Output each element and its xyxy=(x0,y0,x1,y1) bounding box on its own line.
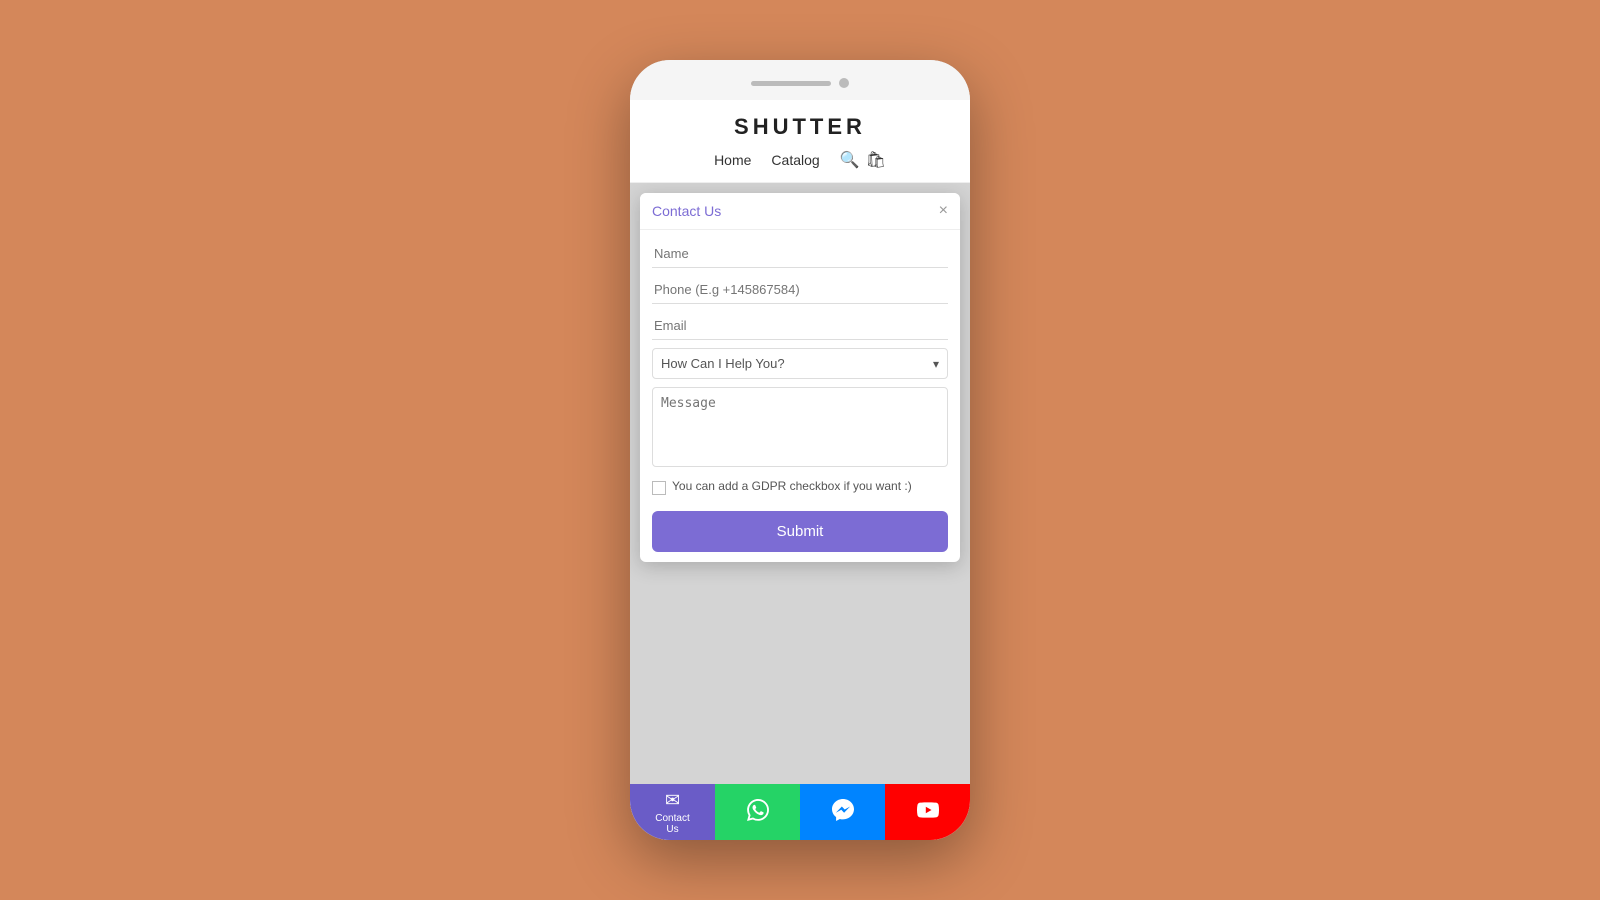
app-nav: Home Catalog 🔍 🛍 xyxy=(630,140,970,178)
phone-top-bar xyxy=(630,60,970,100)
app-logo: SHUTTER xyxy=(630,114,970,140)
submit-button[interactable]: Submit xyxy=(652,511,948,552)
bottom-youtube-button[interactable] xyxy=(885,784,970,840)
message-input[interactable] xyxy=(652,387,948,467)
nav-icons: 🔍 🛍 xyxy=(840,150,886,170)
cart-icon[interactable]: 🛍 xyxy=(866,150,886,170)
nav-catalog[interactable]: Catalog xyxy=(771,152,819,168)
search-icon[interactable]: 🔍 xyxy=(840,150,860,170)
whatsapp-icon xyxy=(747,799,769,826)
modal-body: How Can I Help You? ▾ You can add a GDPR… xyxy=(640,230,960,562)
modal-title: Contact Us xyxy=(652,203,721,219)
modal-header: Contact Us × xyxy=(640,193,960,230)
bottom-bar: ✉ ContactUs xyxy=(630,784,970,840)
phone-input[interactable] xyxy=(652,276,948,304)
bottom-messenger-button[interactable] xyxy=(800,784,885,840)
name-input[interactable] xyxy=(652,240,948,268)
modal-close-button[interactable]: × xyxy=(939,203,948,219)
bottom-contact-button[interactable]: ✉ ContactUs xyxy=(630,784,715,840)
messenger-icon xyxy=(832,799,854,826)
gdpr-checkbox[interactable] xyxy=(652,481,666,495)
email-icon: ✉ xyxy=(665,790,680,811)
phone-camera xyxy=(839,78,849,88)
phone-screen: SHUTTER Home Catalog 🔍 🛍 Contact Us × xyxy=(630,100,970,840)
help-dropdown[interactable]: How Can I Help You? ▾ xyxy=(652,348,948,379)
youtube-icon xyxy=(917,799,939,826)
gdpr-row: You can add a GDPR checkbox if you want … xyxy=(652,475,948,499)
contact-modal: Contact Us × How Can I Help You? ▾ You c… xyxy=(640,193,960,562)
help-dropdown-label: How Can I Help You? xyxy=(661,356,785,371)
nav-home[interactable]: Home xyxy=(714,152,751,168)
gdpr-label: You can add a GDPR checkbox if you want … xyxy=(672,479,912,493)
app-content: Contact Us × How Can I Help You? ▾ You c… xyxy=(630,183,970,784)
app-header: SHUTTER Home Catalog 🔍 🛍 xyxy=(630,100,970,183)
phone-notch xyxy=(751,81,831,86)
email-input[interactable] xyxy=(652,312,948,340)
chevron-down-icon: ▾ xyxy=(933,357,939,371)
contact-label: ContactUs xyxy=(655,813,689,835)
bottom-whatsapp-button[interactable] xyxy=(715,784,800,840)
phone-frame: SHUTTER Home Catalog 🔍 🛍 Contact Us × xyxy=(630,60,970,840)
